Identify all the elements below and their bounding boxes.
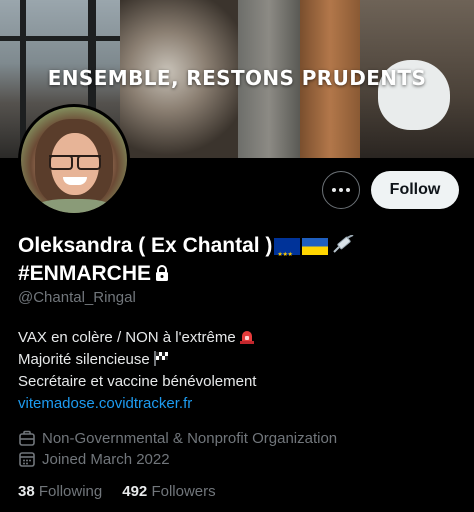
user-handle: @Chantal_Ringal [18, 289, 136, 306]
follow-stats: 38 Following 492 Followers [18, 483, 216, 500]
syringe-icon [333, 235, 354, 253]
checkered-flag-icon [153, 351, 168, 366]
briefcase-icon [19, 430, 35, 446]
following-label: Following [38, 483, 103, 500]
following-count: 38 [18, 483, 35, 500]
calendar-icon [19, 452, 35, 467]
more-options-button[interactable] [322, 171, 360, 209]
category-text: Non-Governmental & Nonprofit Organizatio… [42, 429, 338, 447]
eu-flag-icon [274, 238, 301, 269]
following-link[interactable]: 38 Following [18, 483, 102, 500]
display-name: Oleksandra ( Ex Chantal ) #ENMARCHE [18, 232, 458, 288]
avatar[interactable] [18, 104, 130, 216]
bio-line: Majorité silencieuse [18, 351, 150, 368]
banner-slogan: ENSEMBLE, RESTONS PRUDENTS [47, 66, 427, 90]
display-name-line2: #ENMARCHE [18, 262, 152, 285]
more-icon [332, 188, 336, 192]
follow-button[interactable]: Follow [371, 171, 459, 209]
join-date: Joined March 2022 [18, 450, 170, 468]
join-date-text: Joined March 2022 [42, 450, 170, 468]
ukraine-flag-icon [302, 238, 329, 255]
followers-count: 492 [122, 483, 148, 500]
bio-line: Secrétaire et vaccine bénévolement [18, 373, 257, 390]
profile-bio: VAX en colère / NON à l'extrême Majorité… [18, 327, 256, 415]
profile-category: Non-Governmental & Nonprofit Organizatio… [18, 429, 337, 447]
followers-label: Followers [151, 483, 216, 500]
bio-line: VAX en colère / NON à l'extrême [18, 329, 236, 346]
siren-icon [239, 331, 254, 344]
followers-link[interactable]: 492 Followers [122, 483, 215, 500]
profile-link[interactable]: vitemadose.covidtracker.fr [18, 395, 192, 412]
display-name-line1: Oleksandra ( Ex Chantal ) [18, 234, 273, 257]
lock-icon [156, 265, 169, 281]
